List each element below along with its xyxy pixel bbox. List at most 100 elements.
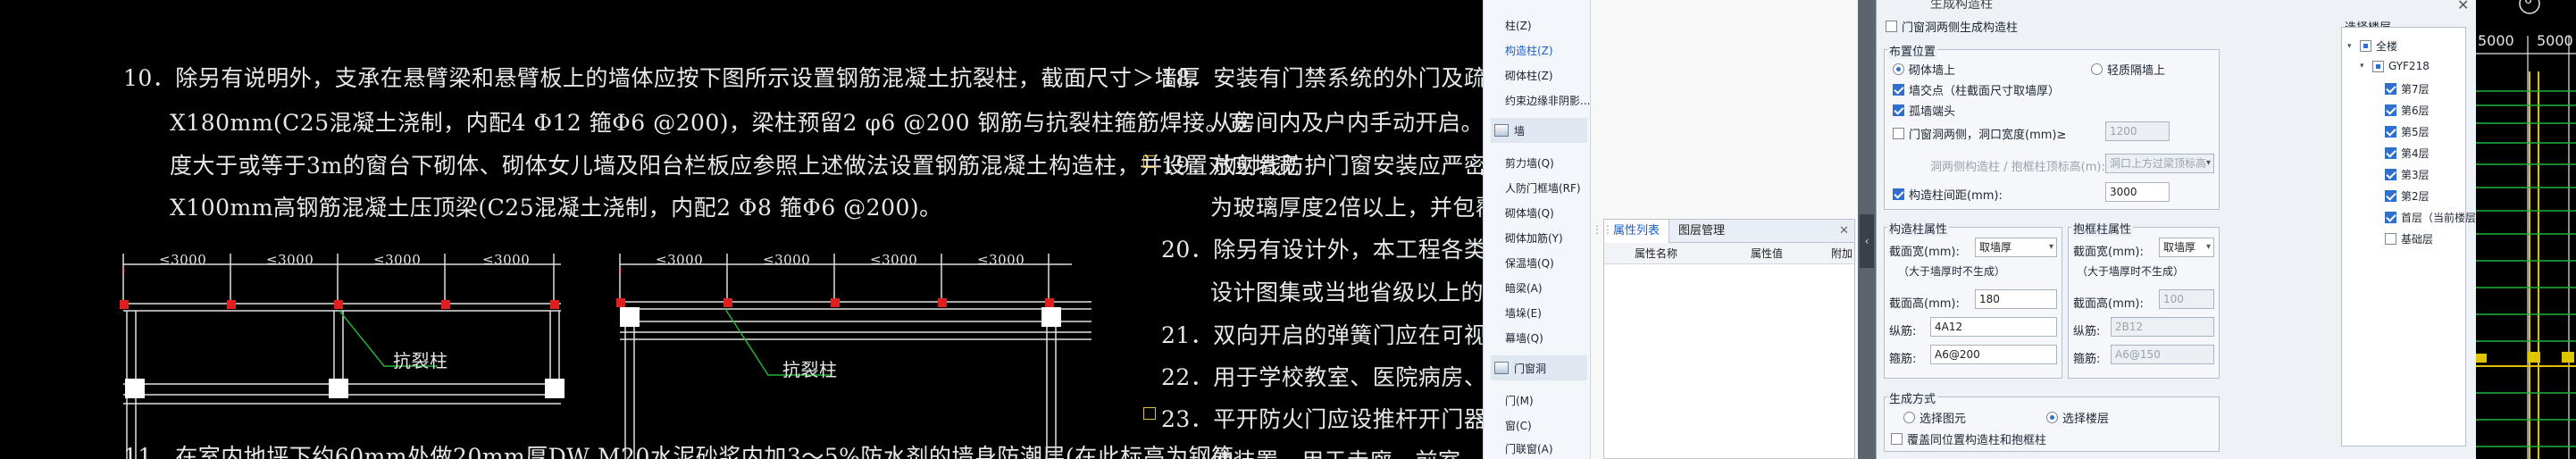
checkbox[interactable] <box>2385 83 2396 95</box>
checkbox[interactable] <box>2385 169 2396 180</box>
gz-stirrup-input[interactable]: A6@200 <box>1930 345 2057 364</box>
floor-tree: ▾ 全楼 ▾ GYF218 第7层 第6层 第5层 第4层 第3层 第2层 首层… <box>2341 27 2487 446</box>
overwrite-option[interactable]: 覆盖同位置构造柱和抱框柱 <box>1891 430 2046 447</box>
floor-row[interactable]: 基础层 <box>2385 231 2433 246</box>
floor-label: 基础层 <box>2401 233 2434 246</box>
checkbox[interactable] <box>1893 84 1904 96</box>
floor-all-row[interactable]: ▾ 全楼 <box>2347 38 2397 54</box>
cad-drawing-canvas[interactable]: 10．除另有说明外，支承在悬臂梁和悬臂板上的墙体应按下图所示设置钢筋混凝土抗裂柱… <box>0 0 1483 459</box>
radio-light-partition[interactable]: 轻质隔墙上 <box>2091 61 2165 78</box>
option-label: 孤墙端头 <box>1909 105 1956 119</box>
option-label: 构造柱间距(mm): <box>1909 189 2003 203</box>
collapse-icon[interactable]: ▾ <box>2347 42 2355 51</box>
collapse-handle[interactable]: ‹ <box>1860 214 1874 268</box>
radio-select-floor[interactable]: 选择楼层 <box>2046 409 2109 426</box>
chevron-down-icon: ▾ <box>2048 242 2053 252</box>
radio[interactable] <box>2046 412 2058 423</box>
checkbox[interactable] <box>1886 21 1897 32</box>
tree-item-insulation-wall[interactable]: 保温墙(Q) <box>1505 255 1554 271</box>
stirrup-label: 箍筋: <box>2073 353 2101 366</box>
radio-masonry-wall[interactable]: 砌体墙上 <box>1893 61 1955 78</box>
tree-item-masonry-wall[interactable]: 砌体墙(Q) <box>1505 205 1554 221</box>
column-spacing-input[interactable]: 3000 <box>2105 182 2170 202</box>
stirrup-label: 箍筋: <box>1889 353 1917 366</box>
floor-row[interactable]: 第6层 <box>2385 103 2430 118</box>
floor-row[interactable]: 第4层 <box>2385 146 2430 161</box>
gz-height-input[interactable]: 180 <box>1975 289 2057 309</box>
group-label: 生成方式 <box>1887 389 1938 406</box>
wall-intersection-option[interactable]: 墙交点（柱截面尺寸取墙厚） <box>1893 81 2060 98</box>
radio[interactable] <box>1893 63 1904 75</box>
cad-plan-view[interactable]: 6 5000 5000 <box>2476 0 2576 459</box>
checkbox[interactable] <box>2385 190 2396 202</box>
close-icon[interactable]: ✕ <box>2457 0 2469 13</box>
dimension-label: ≤3000 <box>870 252 918 268</box>
tree-item-masonry-column[interactable]: 砌体柱(Z) <box>1505 68 1553 83</box>
checkbox[interactable] <box>2385 126 2396 138</box>
close-icon[interactable]: ✕ <box>1839 224 1849 238</box>
bk-width-select[interactable]: 取墙厚 ▾ <box>2159 238 2214 257</box>
checkbox[interactable] <box>2385 233 2396 245</box>
checkbox[interactable] <box>1893 104 1904 116</box>
opening-top-select[interactable]: 洞口上方过梁顶标高 ▾ <box>2105 154 2214 173</box>
floor-row[interactable]: 首层（当前楼层） <box>2385 210 2487 225</box>
radio-select-element[interactable]: 选择图元 <box>1903 409 1966 426</box>
checkbox[interactable] <box>2385 104 2396 116</box>
tree-item-constraint-edge[interactable]: 约束边缘非阴影... <box>1505 93 1590 108</box>
door-both-sides-option[interactable]: 门窗洞两侧生成构造柱 <box>1886 18 2018 35</box>
option-label: 门窗洞两侧，洞口宽度(mm)≥ <box>1909 129 2067 142</box>
dimension-label: ≤3000 <box>482 252 531 268</box>
gz-long-bar-input[interactable]: 4A12 <box>1930 317 2057 337</box>
tree-item-constructional-column[interactable]: 构造柱(Z) <box>1505 43 1553 58</box>
group-label: 构造柱属性 <box>1887 220 1950 237</box>
isolated-wall-end-option[interactable]: 孤墙端头 <box>1893 102 1955 119</box>
tree-category-door-window[interactable]: 门窗洞 <box>1491 355 1587 380</box>
tree-item-window[interactable]: 窗(C) <box>1505 418 1532 433</box>
detail-drawing <box>120 254 1091 459</box>
tree-item-door-window-combo[interactable]: 门联窗(A) <box>1505 441 1553 456</box>
tree-item-masonry-rebar[interactable]: 砌体加筋(Y) <box>1505 230 1563 246</box>
tab-property-list[interactable]: 属性列表 <box>1604 219 1670 243</box>
height-label: 截面高(mm): <box>2073 297 2144 311</box>
dimension-label: ≤3000 <box>266 252 314 268</box>
tree-item-curtain-wall[interactable]: 幕墙(Q) <box>1505 330 1543 346</box>
floor-row[interactable]: 第2层 <box>2385 188 2430 204</box>
gz-width-select[interactable]: 取墙厚 ▾ <box>1975 238 2057 257</box>
radio[interactable] <box>2091 63 2103 75</box>
tree-item-column[interactable]: 柱(Z) <box>1505 18 1532 33</box>
tree-category-label: 门窗洞 <box>1514 362 1547 375</box>
floor-row[interactable]: 第3层 <box>2385 167 2430 182</box>
tree-item-shear-wall[interactable]: 剪力墙(Q) <box>1505 155 1554 171</box>
tree-item-hidden-beam[interactable]: 暗梁(A) <box>1505 280 1543 296</box>
option-label: 覆盖同位置构造柱和抱框柱 <box>1907 434 2047 447</box>
column-header-name: 属性名称 <box>1635 247 1678 260</box>
floor-label: 第5层 <box>2401 126 2430 138</box>
tree-category-wall[interactable]: 墙 <box>1491 118 1587 143</box>
collapse-icon[interactable]: ▾ <box>2360 62 2368 71</box>
checkbox[interactable] <box>2385 212 2396 223</box>
opening-width-option[interactable]: 门窗洞两侧，洞口宽度(mm)≥ <box>1893 125 2066 142</box>
floor-project-row[interactable]: ▾ GYF218 <box>2360 60 2430 72</box>
checkbox[interactable] <box>2372 60 2384 72</box>
radio[interactable] <box>1903 412 1915 423</box>
tree-item-civil-defense-wall[interactable]: 人防门框墙(RF) <box>1505 180 1581 196</box>
opening-width-input[interactable]: 1200 <box>2105 121 2170 141</box>
checkbox[interactable] <box>2360 40 2371 52</box>
generate-column-dialog: 生成构造柱 ✕ 门窗洞两侧生成构造柱 布置位置 砌体墙上 轻质隔墙上 墙交点（柱… <box>1876 0 2487 459</box>
column-spacing-option[interactable]: 构造柱间距(mm): <box>1893 186 2003 203</box>
checkbox[interactable] <box>1891 433 1903 445</box>
checkbox[interactable] <box>2385 147 2396 159</box>
floor-row[interactable]: 第7层 <box>2385 81 2430 96</box>
bk-stirrup-input[interactable]: A6@150 <box>2111 345 2214 364</box>
bk-long-bar-input[interactable]: 2B12 <box>2111 317 2214 337</box>
crack-column-label: 抗裂柱 <box>393 350 448 371</box>
tree-item-wall-pier[interactable]: 墙垛(E) <box>1505 305 1542 321</box>
bk-height-input[interactable]: 100 <box>2159 289 2214 309</box>
checkbox[interactable] <box>1893 188 1904 200</box>
tree-item-door[interactable]: 门(M) <box>1505 393 1534 408</box>
dimension-label: ≤3000 <box>977 252 1025 268</box>
tab-layer-management[interactable]: 图层管理 <box>1669 220 1734 243</box>
floor-row[interactable]: 第5层 <box>2385 124 2430 139</box>
drag-grip-icon[interactable]: ⋮⋮ <box>1592 223 1613 236</box>
checkbox[interactable] <box>1893 128 1904 139</box>
